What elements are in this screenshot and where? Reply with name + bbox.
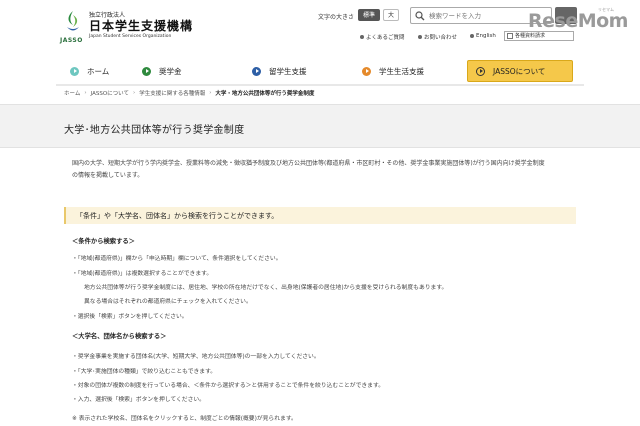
- search-notice: 「条件」や「大学名、団体名」から検索を行うことができます。: [64, 207, 576, 224]
- list-item: ・選択後「検索」ボタンを押してください。: [72, 314, 188, 320]
- watermark: ReseMom: [528, 10, 628, 32]
- page-title: 大学･地方公共団体等が行う奨学金制度: [64, 125, 245, 136]
- faq-link[interactable]: よくあるご質問: [360, 33, 405, 41]
- contact-link[interactable]: お問い合わせ: [418, 33, 457, 41]
- intro-line: 国内の大学、短期大学が行う学内奨学金、授業料等の減免・徴収猶予制度及び地方公共団…: [72, 160, 545, 167]
- intro-line: の情報を掲載しています。: [72, 172, 144, 179]
- list-item: ・奨学金事業を実施する団体名(大学、短期大学、地方公共団体等)の一部を入力してく…: [72, 354, 320, 360]
- search-icon: [415, 11, 425, 21]
- breadcrumb-about[interactable]: JASSOについて: [91, 89, 129, 97]
- nav-divider: [56, 84, 584, 86]
- font-large-button[interactable]: 大: [383, 9, 399, 21]
- arrow-icon: [252, 66, 261, 76]
- list-item: ・「大学･実施団体の種類」で絞り込むこともできます。: [72, 369, 217, 375]
- bullet-icon: [470, 34, 474, 38]
- breadcrumb-info[interactable]: 学生支援に関する各種情報: [139, 89, 205, 97]
- section-heading-conditions: ＜条件から検索する＞: [72, 238, 135, 245]
- list-item: ・入力、選択後「検索」ボタンを押してください。: [72, 397, 205, 403]
- arrow-icon: [70, 66, 79, 76]
- nav-international-students[interactable]: 留学生支援: [252, 60, 307, 82]
- footnote: ※ 表示された学校名、団体名をクリックすると、制度ごとの情報(概要)が見られます…: [72, 416, 297, 422]
- global-nav: ホーム 奨学金 留学生支援 学生生活支援 JASSOについて: [56, 60, 584, 82]
- title-bar: 大学･地方公共団体等が行う奨学金制度: [0, 104, 640, 148]
- list-item: 異なる場合はそれぞれの都道府県にチェックを入れてください。: [84, 299, 252, 305]
- list-item: ・対象の団体が複数の制度を行っている場合、＜条件から選択する＞と併用することで条…: [72, 383, 384, 389]
- breadcrumb: ホーム › JASSOについて › 学生支援に関する各種情報 › 大学・地方公共…: [64, 89, 314, 97]
- arrow-icon: [142, 66, 151, 76]
- breadcrumb-separator: ›: [209, 90, 212, 96]
- intro-text: 国内の大学、短期大学が行う学内奨学金、授業料等の減免・徴収猶予制度及び地方公共団…: [72, 158, 576, 182]
- jasso-logo-icon[interactable]: [64, 10, 82, 34]
- list-item: 地方公共団体等が行う奨学金制度には、居住地、学校の所在地だけでなく、出身地(保護…: [84, 285, 448, 291]
- bullet-icon: [418, 35, 422, 39]
- document-icon: [507, 33, 513, 39]
- arrow-icon: [476, 66, 485, 76]
- org-name-en: Japan Student Services Organization: [89, 34, 172, 39]
- nav-scholarship[interactable]: 奨学金: [142, 60, 182, 82]
- nav-student-life[interactable]: 学生生活支援: [362, 60, 424, 82]
- font-standard-button[interactable]: 標準: [358, 9, 380, 21]
- list-item: ・「地域(都道府県)」欄から「申込時期」欄について、条件選択をしてください。: [72, 256, 282, 262]
- notice-text: 「条件」や「大学名、団体名」から検索を行うことができます。: [76, 212, 279, 220]
- breadcrumb-current: 大学・地方公共団体等が行う奨学金制度: [215, 91, 315, 97]
- arrow-icon: [362, 66, 371, 76]
- font-size-label: 文字の大きさ: [318, 14, 355, 21]
- breadcrumb-home[interactable]: ホーム: [64, 89, 80, 97]
- list-item: ・「地域(都道府県)」は複数選択することができます。: [72, 271, 213, 277]
- section-heading-names: ＜大学名、団体名から検索する＞: [72, 333, 167, 340]
- watermark-sub: リセマム: [598, 7, 614, 12]
- bullet-icon: [360, 35, 364, 39]
- site-header: JASSO 独立行政法人 日本学生支援機構 Japan Student Serv…: [0, 0, 640, 58]
- nav-home[interactable]: ホーム: [70, 60, 109, 82]
- org-name[interactable]: 日本学生支援機構: [89, 17, 193, 34]
- english-link[interactable]: English: [470, 33, 496, 39]
- document-request-button[interactable]: 各種資料請求: [504, 31, 574, 41]
- breadcrumb-separator: ›: [132, 90, 136, 96]
- logo-wordmark: JASSO: [60, 37, 83, 44]
- nav-about-jasso[interactable]: JASSOについて: [467, 60, 573, 82]
- breadcrumb-separator: ›: [84, 90, 87, 96]
